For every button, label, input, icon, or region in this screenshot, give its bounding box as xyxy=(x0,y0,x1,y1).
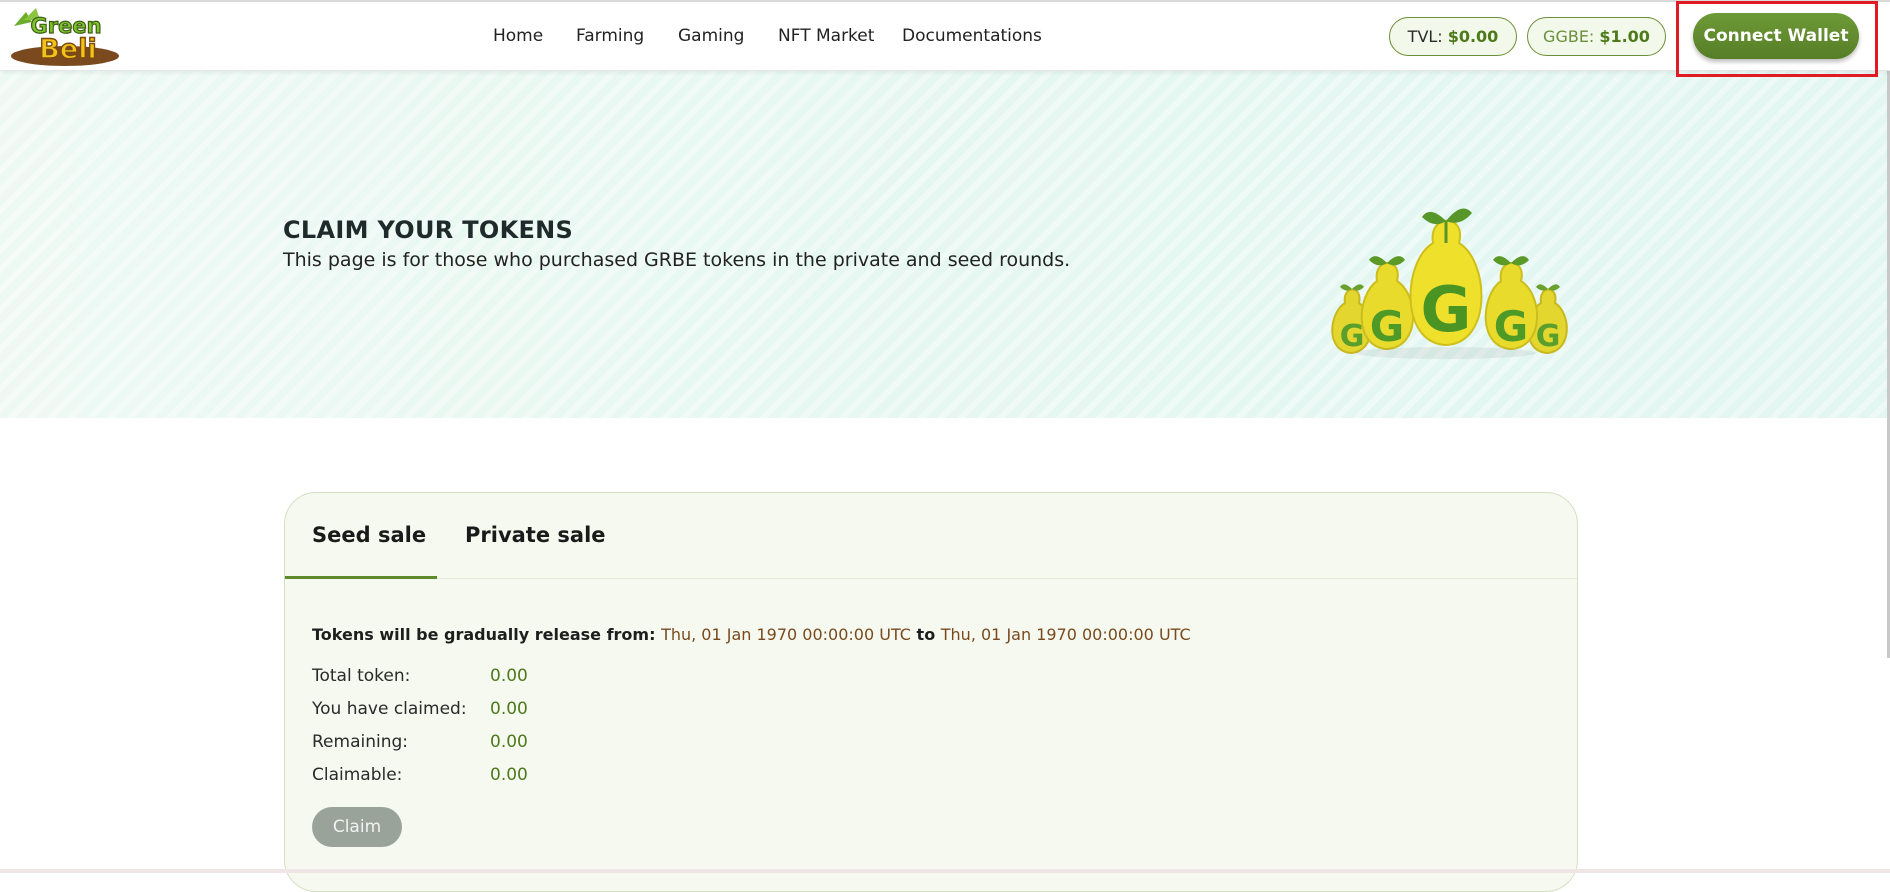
svg-text:G: G xyxy=(1340,319,1365,354)
ggbe-label: GGBE: xyxy=(1543,27,1595,46)
release-connector: to xyxy=(916,625,936,644)
claimable-row: Claimable: 0.00 xyxy=(312,765,528,785)
coin-pears-illustration: G G G G G xyxy=(1331,208,1568,359)
claimable-label: Claimable: xyxy=(312,765,403,785)
svg-text:G: G xyxy=(1494,302,1528,351)
svg-text:G: G xyxy=(1421,273,1472,346)
nav-documentations[interactable]: Documentations xyxy=(902,26,1042,46)
release-prefix: Tokens will be gradually release from: xyxy=(312,625,656,644)
claimed-label: You have claimed: xyxy=(312,699,467,719)
claimable-value: 0.00 xyxy=(490,765,528,785)
connect-wallet-highlight xyxy=(1676,1,1878,77)
tvl-value: $0.00 xyxy=(1447,27,1499,46)
tab-seed-sale[interactable]: Seed sale xyxy=(312,523,426,547)
claim-button[interactable]: Claim xyxy=(312,807,402,847)
sale-tabs: Seed sale Private sale xyxy=(285,493,1577,579)
ggbe-badge: GGBE: $1.00 xyxy=(1527,17,1666,56)
hero-banner: CLAIM YOUR TOKENS This page is for those… xyxy=(0,68,1890,418)
total-token-label: Total token: xyxy=(312,666,411,686)
nav-nft-market[interactable]: NFT Market xyxy=(778,26,874,46)
svg-text:G: G xyxy=(1536,319,1561,354)
page-subtitle: This page is for those who purchased GRB… xyxy=(283,249,1071,271)
remaining-row: Remaining: 0.00 xyxy=(312,732,528,752)
release-schedule: Tokens will be gradually release from: T… xyxy=(312,625,1191,644)
nav-home[interactable]: Home xyxy=(493,26,543,46)
claim-card: Seed sale Private sale Tokens will be gr… xyxy=(284,492,1578,892)
bottom-edge xyxy=(0,869,1890,873)
release-to-date: Thu, 01 Jan 1970 00:00:00 UTC xyxy=(940,625,1191,644)
claimed-row: You have claimed: 0.00 xyxy=(312,699,528,719)
svg-text:Beli: Beli xyxy=(39,34,96,65)
svg-text:G: G xyxy=(1370,302,1404,351)
tvl-label: TVL: xyxy=(1407,27,1443,46)
remaining-value: 0.00 xyxy=(490,732,528,752)
release-from-date: Thu, 01 Jan 1970 00:00:00 UTC xyxy=(661,625,911,644)
remaining-label: Remaining: xyxy=(312,732,408,752)
ggbe-value: $1.00 xyxy=(1599,27,1650,46)
page-title: CLAIM YOUR TOKENS xyxy=(283,216,574,244)
tab-private-sale[interactable]: Private sale xyxy=(465,523,606,547)
total-token-row: Total token: 0.00 xyxy=(312,666,528,686)
active-tab-indicator xyxy=(285,576,437,579)
nav-farming[interactable]: Farming xyxy=(576,26,644,46)
total-token-value: 0.00 xyxy=(490,666,528,686)
tvl-badge: TVL: $0.00 xyxy=(1389,17,1517,56)
top-navbar: Green Beli Home Farming Gaming NFT Marke… xyxy=(0,0,1890,71)
nav-gaming[interactable]: Gaming xyxy=(678,26,744,46)
claimed-value: 0.00 xyxy=(490,699,528,719)
green-beli-logo[interactable]: Green Beli xyxy=(6,6,124,68)
